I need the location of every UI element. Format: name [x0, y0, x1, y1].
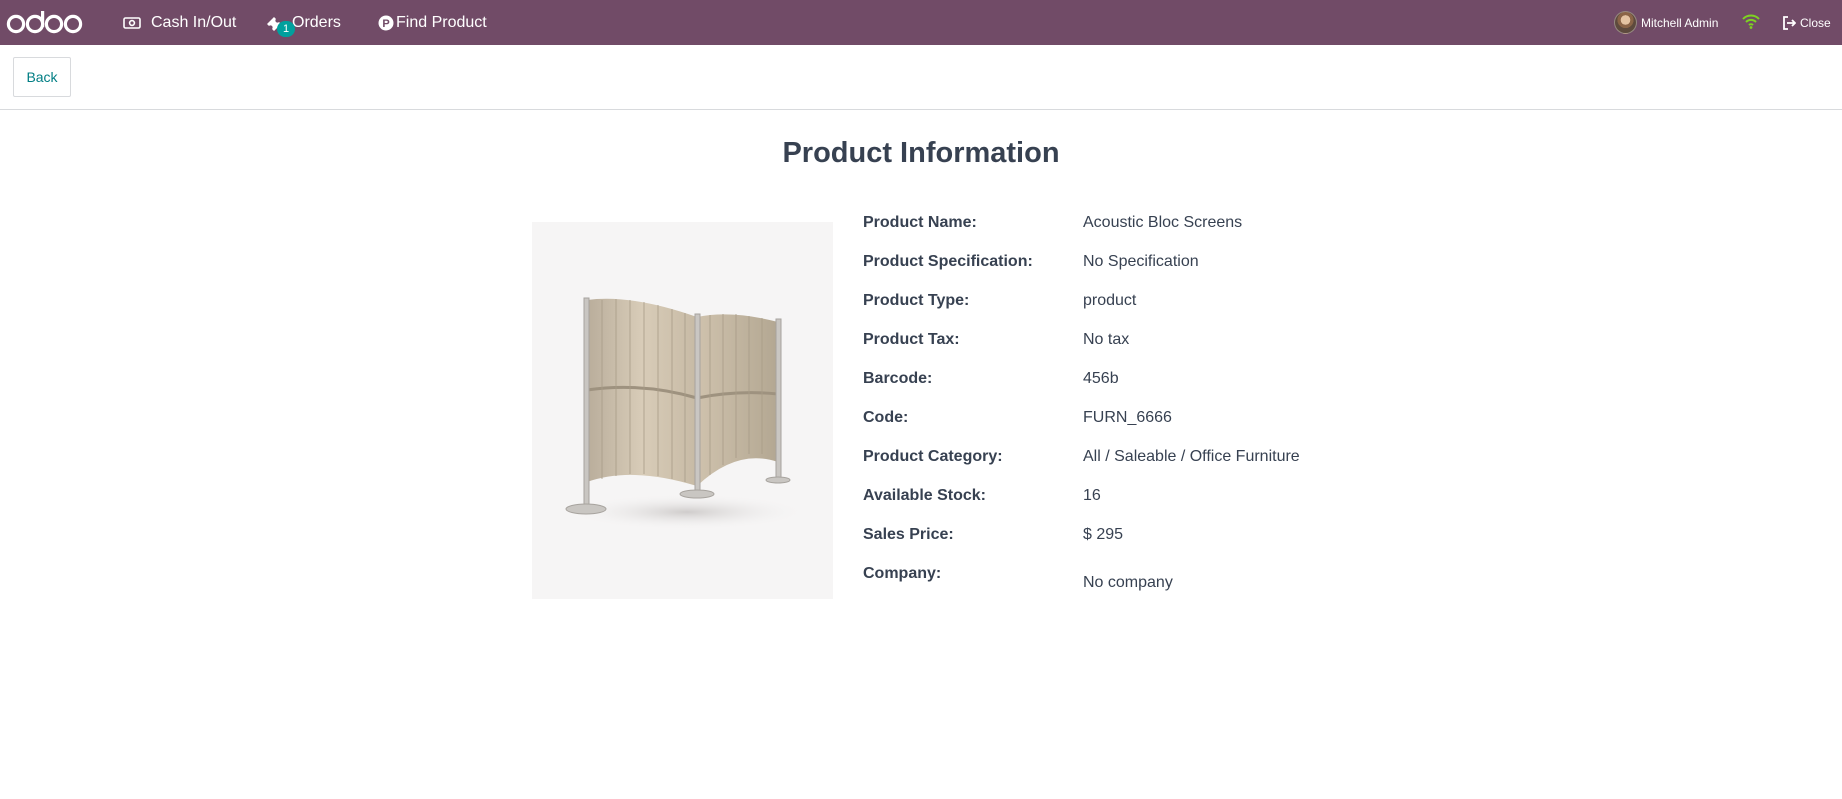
- user-name: Mitchell Admin: [1641, 15, 1719, 30]
- acoustic-screen-image: [565, 297, 807, 530]
- orders-count-badge: 1: [277, 20, 295, 37]
- product-name-label: Product Name:: [863, 214, 977, 231]
- product-category-value: All / Saleable / Office Furniture: [1083, 448, 1300, 465]
- product-specification-value: No Specification: [1083, 253, 1199, 270]
- sales-price-label: Sales Price:: [863, 526, 954, 543]
- pos-navbar: Cash In/Out 1 Orders P Find Product Mitc…: [0, 0, 1842, 45]
- product-type-label: Product Type:: [863, 292, 970, 309]
- info-row-code: Code: FURN_6666: [863, 407, 1383, 446]
- product-image: [532, 222, 833, 599]
- product-info-table: Product Name: Acoustic Bloc Screens Prod…: [863, 212, 1383, 602]
- info-row-sales-price: Sales Price: $ 295: [863, 524, 1383, 563]
- info-row-product-name: Product Name: Acoustic Bloc Screens: [863, 212, 1383, 251]
- close-label: Close: [1800, 15, 1831, 30]
- sales-price-value: $ 295: [1083, 526, 1124, 543]
- code-value: FURN_6666: [1083, 409, 1172, 426]
- barcode-value: 456b: [1083, 370, 1119, 387]
- available-stock-value: 16: [1083, 487, 1101, 504]
- info-row-available-stock: Available Stock: 16: [863, 485, 1383, 524]
- info-row-product-type: Product Type: product: [863, 290, 1383, 329]
- product-name-value: Acoustic Bloc Screens: [1083, 214, 1243, 231]
- product-tax-value: No tax: [1083, 331, 1130, 348]
- odoo-logo: [6, 11, 83, 34]
- info-row-company: Company: No company: [863, 563, 1383, 602]
- money-icon: [123, 16, 141, 29]
- close-session-button[interactable]: Close: [1782, 0, 1831, 45]
- page-title: Product Information: [782, 137, 1060, 169]
- product-tax-label: Product Tax:: [863, 331, 960, 348]
- sign-out-icon: [1783, 15, 1796, 30]
- wifi-icon: [1742, 14, 1760, 29]
- info-row-barcode: Barcode: 456b: [863, 368, 1383, 407]
- info-row-product-tax: Product Tax: No tax: [863, 329, 1383, 368]
- company-value: No company: [1083, 574, 1173, 591]
- control-bar: Back: [0, 45, 1842, 110]
- info-row-product-specification: Product Specification: No Specification: [863, 251, 1383, 290]
- find-product-label: Find Product: [396, 13, 487, 31]
- orders-label: Orders: [292, 13, 341, 31]
- orders-button[interactable]: 1 Orders: [265, 0, 341, 45]
- code-label: Code:: [863, 409, 909, 426]
- cash-in-out-label: Cash In/Out: [151, 13, 237, 31]
- back-button[interactable]: Back: [13, 57, 71, 97]
- cash-in-out-button[interactable]: Cash In/Out: [123, 0, 236, 45]
- product-type-value: product: [1083, 292, 1137, 309]
- barcode-label: Barcode:: [863, 370, 933, 387]
- user-menu[interactable]: Mitchell Admin: [1614, 0, 1718, 45]
- company-label: Company:: [863, 565, 942, 582]
- parking-p-icon: P: [378, 15, 394, 30]
- product-specification-label: Product Specification:: [863, 253, 1033, 270]
- avatar: [1614, 11, 1637, 34]
- info-row-product-category: Product Category: All / Saleable / Offic…: [863, 446, 1383, 485]
- product-category-label: Product Category:: [863, 448, 1003, 465]
- find-product-button[interactable]: P Find Product: [378, 0, 487, 45]
- available-stock-label: Available Stock:: [863, 487, 987, 504]
- svg-text:P: P: [382, 18, 389, 30]
